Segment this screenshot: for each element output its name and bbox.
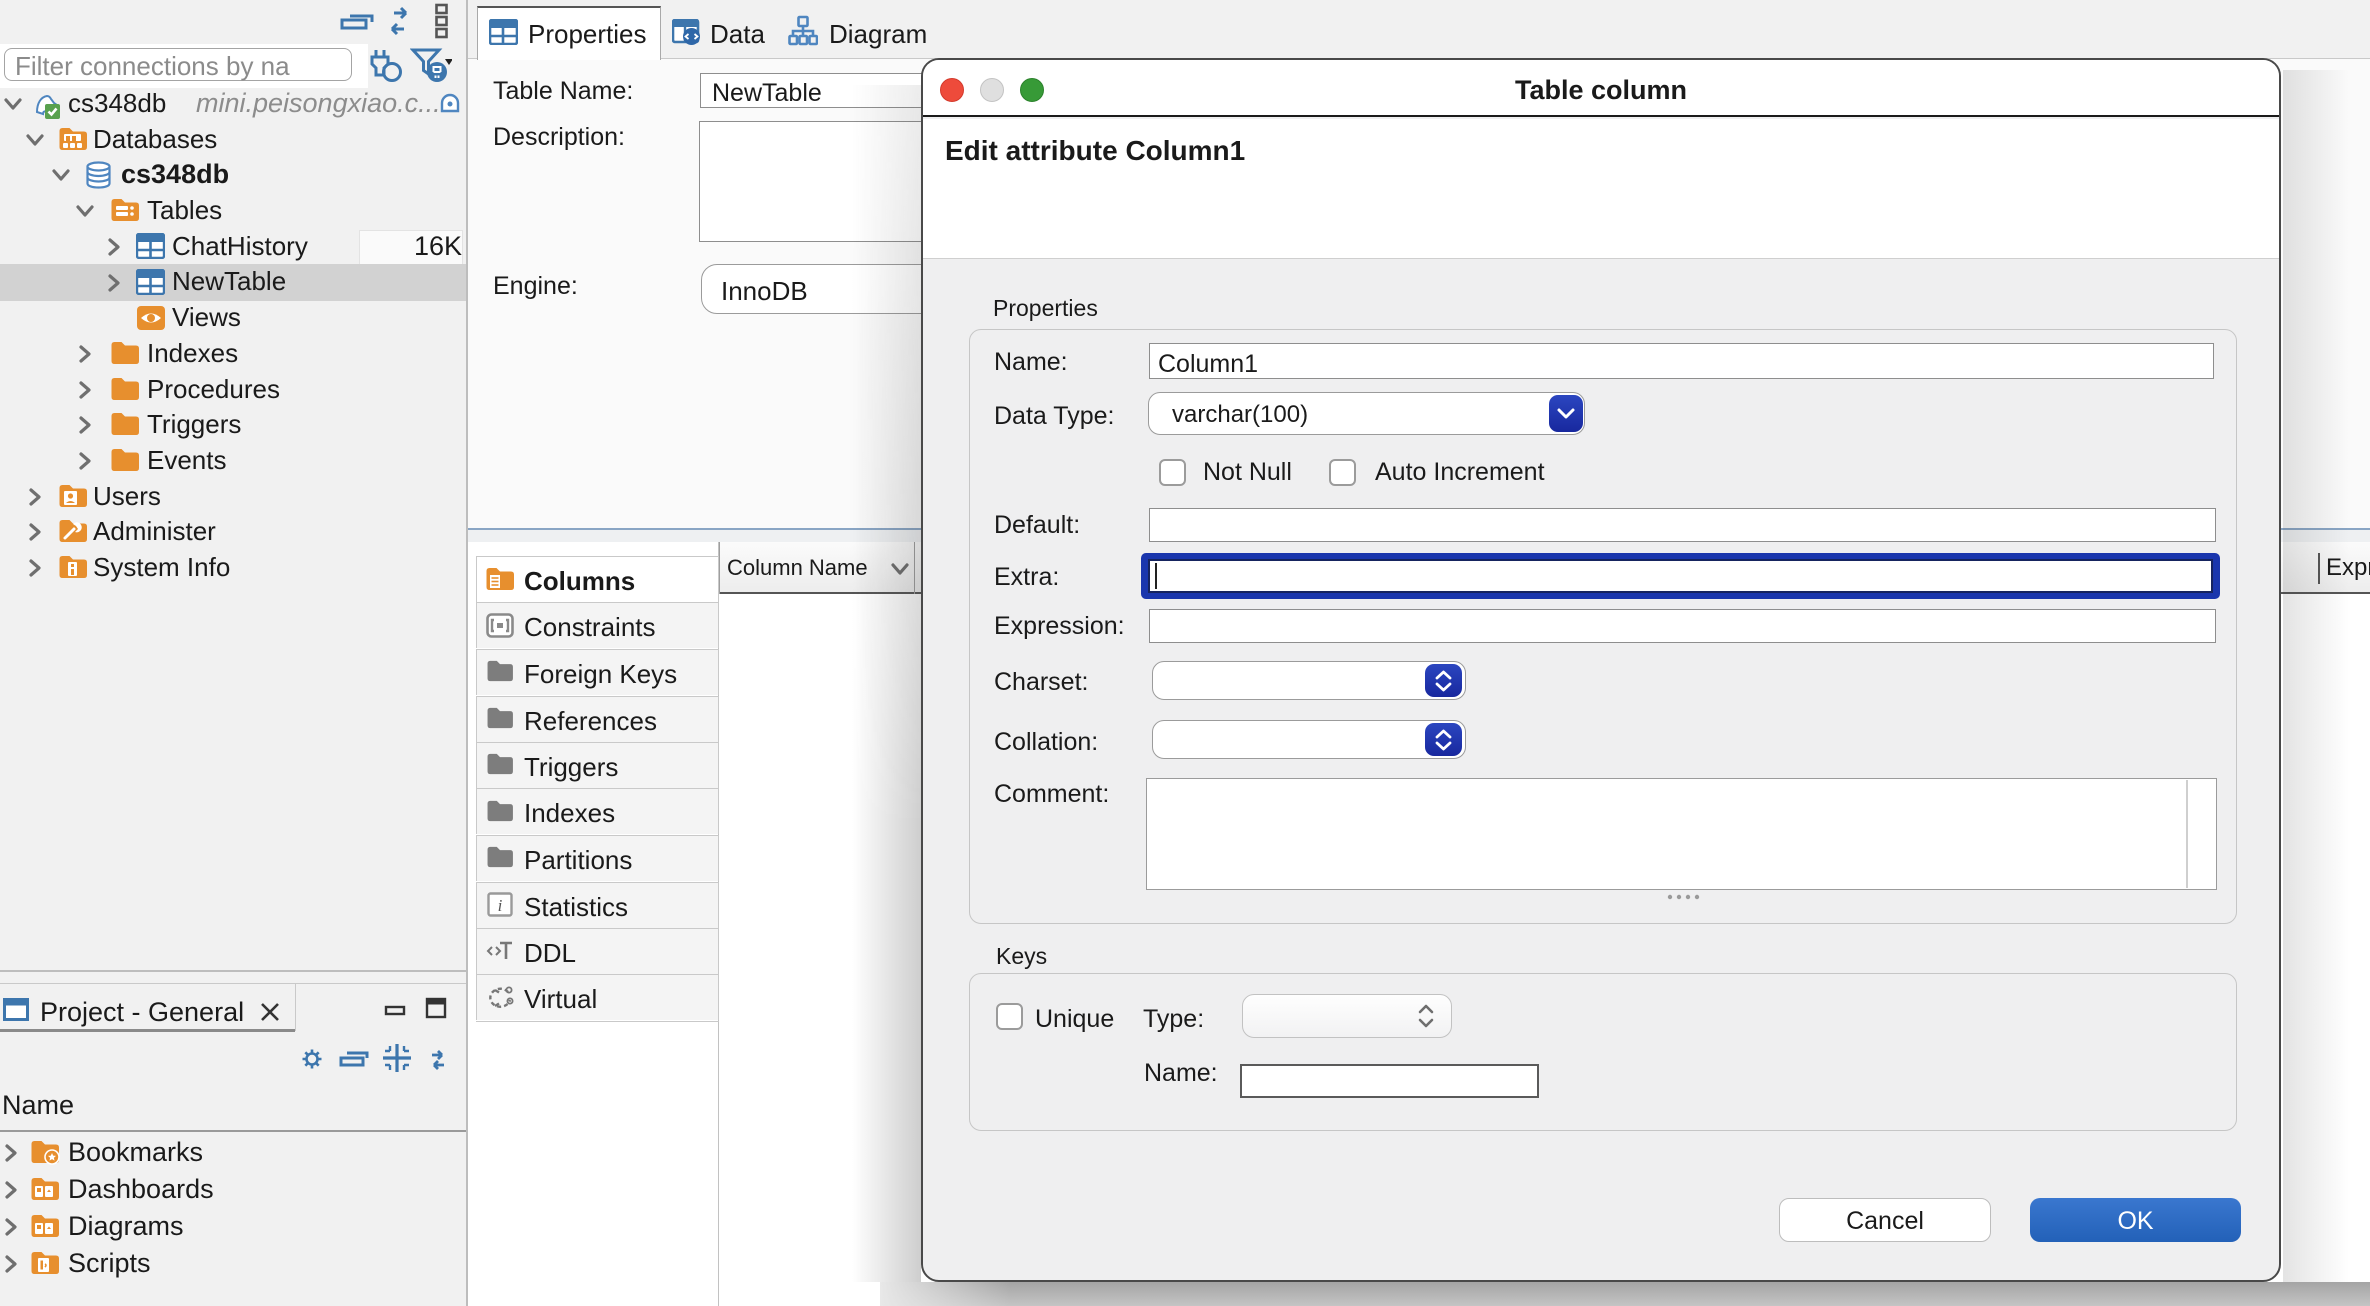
svg-text:i: i [498, 896, 503, 915]
